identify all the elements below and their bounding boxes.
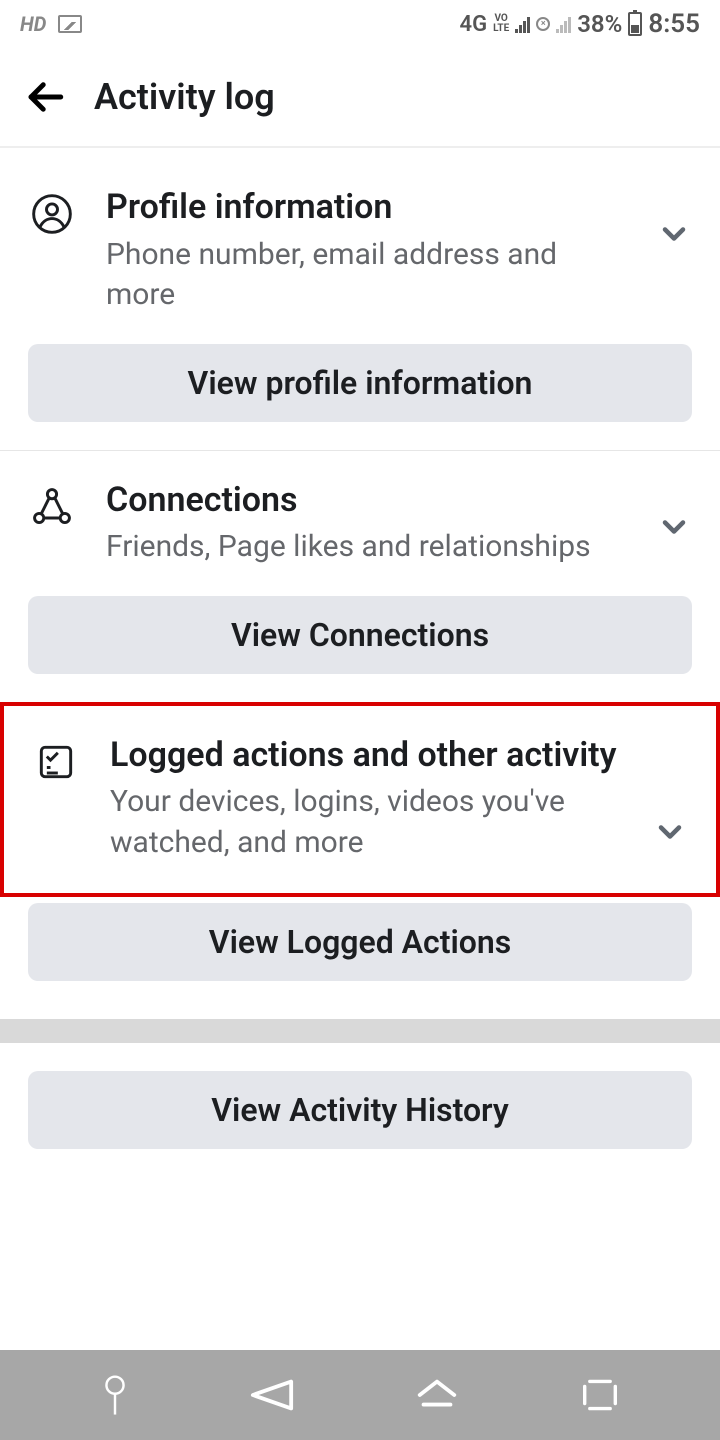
view-profile-button[interactable]: View profile information: [28, 344, 692, 422]
view-connections-button[interactable]: View Connections: [28, 596, 692, 674]
network-type: 4G: [460, 12, 488, 37]
section-row-connections[interactable]: Connections Friends, Page likes and rela…: [0, 451, 720, 568]
profile-icon: [28, 190, 76, 238]
section-connections: Connections Friends, Page likes and rela…: [0, 451, 720, 702]
page-title: Activity log: [94, 76, 275, 118]
profile-title: Profile information: [106, 186, 626, 229]
highlight-logged-actions: Logged actions and other activity Your d…: [0, 702, 720, 898]
signal-icon-1: [515, 15, 530, 33]
status-right: 4G VOLTE × 38% 8:55: [460, 9, 701, 39]
view-activity-history-label: View Activity History: [211, 1091, 509, 1129]
section-text-connections: Connections Friends, Page likes and rela…: [106, 479, 626, 568]
chevron-down-icon[interactable]: [656, 509, 692, 545]
clock: 8:55: [648, 9, 700, 39]
view-connections-label: View Connections: [231, 616, 489, 654]
section-row-profile[interactable]: Profile information Phone number, email …: [0, 158, 720, 316]
status-bar: HD 4G VOLTE × 38% 8:55: [0, 0, 720, 48]
connections-title: Connections: [106, 479, 626, 522]
view-profile-label: View profile information: [188, 364, 533, 402]
connections-icon: [28, 483, 76, 531]
system-nav-bar: [0, 1350, 720, 1440]
no-sim-icon: ×: [536, 17, 550, 31]
connections-subtitle: Friends, Page likes and relationships: [106, 527, 626, 568]
section-text-logged: Logged actions and other activity Your d…: [110, 734, 622, 864]
section-divider: [0, 1019, 720, 1043]
nav-back-icon[interactable]: [249, 1377, 295, 1413]
volte-icon: VOLTE: [493, 14, 509, 34]
nav-recents-icon[interactable]: [579, 1378, 621, 1412]
view-activity-history-button[interactable]: View Activity History: [28, 1071, 692, 1149]
logged-title: Logged actions and other activity: [110, 734, 622, 777]
screenshot-icon: [58, 15, 82, 33]
battery-icon: [628, 12, 642, 36]
section-text-profile: Profile information Phone number, email …: [106, 186, 626, 316]
back-arrow-icon[interactable]: [24, 76, 66, 118]
app-header: Activity log: [0, 48, 720, 148]
content: Profile information Phone number, email …: [0, 148, 720, 1149]
battery-percent: 38%: [577, 10, 622, 38]
hd-indicator: HD: [20, 12, 46, 36]
section-profile: Profile information Phone number, email …: [0, 148, 720, 451]
section-history: View Activity History: [0, 1043, 720, 1149]
view-logged-actions-button[interactable]: View Logged Actions: [28, 903, 692, 981]
signal-icon-2: [556, 15, 571, 33]
logged-actions-icon: [32, 738, 80, 786]
section-row-logged[interactable]: Logged actions and other activity Your d…: [4, 706, 716, 864]
logged-subtitle: Your devices, logins, videos you've watc…: [110, 782, 622, 863]
profile-subtitle: Phone number, email address and more: [106, 235, 626, 316]
chevron-down-icon[interactable]: [656, 216, 692, 252]
chevron-down-icon[interactable]: [652, 814, 688, 850]
status-left: HD: [20, 12, 82, 36]
nav-home-icon[interactable]: [414, 1377, 460, 1413]
view-logged-actions-label: View Logged Actions: [209, 923, 511, 961]
nav-assistant-icon[interactable]: [100, 1373, 130, 1417]
